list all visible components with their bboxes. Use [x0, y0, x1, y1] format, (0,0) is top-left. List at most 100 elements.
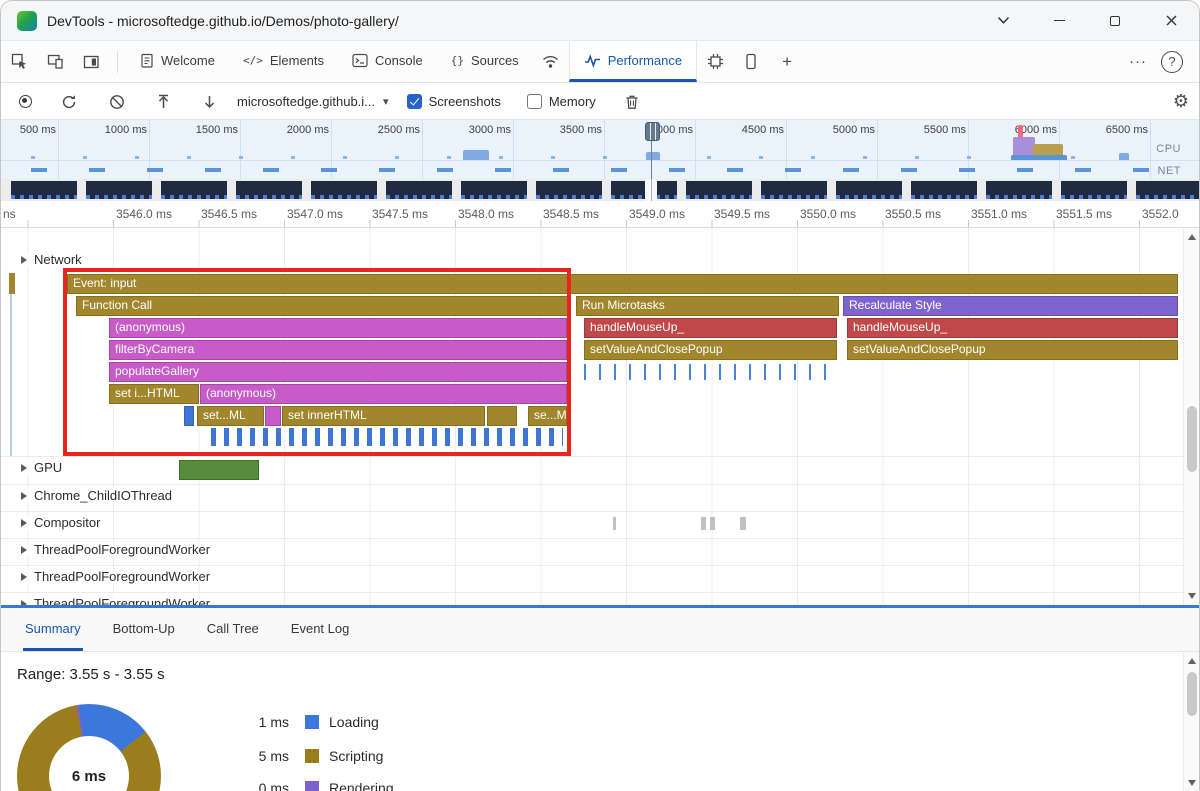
filmstrip-thumbnail[interactable] — [386, 181, 452, 199]
overview-time-label: 1500 ms — [195, 124, 238, 136]
flame-bar-mini[interactable] — [184, 406, 194, 426]
track-compositor[interactable]: Compositor — [21, 515, 107, 530]
ruler-ticks — [1, 220, 1199, 227]
scrollbar-thumb[interactable] — [1187, 672, 1197, 716]
filmstrip-thumbnail[interactable] — [911, 181, 977, 199]
device-emulation-icon[interactable] — [37, 41, 73, 82]
track-label-text: Network — [34, 252, 82, 267]
flame-bar-se-ml[interactable]: se...ML — [528, 406, 567, 426]
reload-and-record-button[interactable] — [57, 90, 81, 114]
track-chrome-childiothread[interactable]: Chrome_ChildIOThread — [21, 488, 179, 503]
filmstrip-thumbnail[interactable] — [1061, 181, 1127, 199]
close-button[interactable] — [1143, 1, 1199, 40]
filmstrip-thumbnail[interactable] — [686, 181, 752, 199]
flame-bar-handlemouseup[interactable]: handleMouseUp_ — [584, 318, 837, 338]
tab-performance[interactable]: Performance — [568, 41, 698, 82]
network-wifi-icon[interactable] — [533, 41, 569, 82]
scroll-up-arrow[interactable] — [1188, 234, 1196, 240]
gpu-activity-bar[interactable] — [179, 460, 259, 480]
memory-checkbox[interactable]: Memory — [526, 94, 596, 109]
more-tools-button[interactable]: ··· — [1119, 53, 1157, 70]
filmstrip-thumbnail[interactable] — [761, 181, 827, 199]
console-icon — [352, 53, 368, 68]
filmstrip-thumbnail[interactable] — [311, 181, 377, 199]
minimize-icon — [1053, 19, 1065, 22]
filmstrip-thumbnail[interactable] — [1136, 181, 1199, 199]
flame-bar-set-innerhtml[interactable]: set innerHTML — [282, 406, 485, 426]
flame-bar-setvalueandclosepopup[interactable]: setValueAndClosePopup — [847, 340, 1178, 360]
flame-bar-mini[interactable] — [487, 406, 517, 426]
focus-page-icon[interactable] — [73, 41, 109, 82]
flame-bar-function-call[interactable]: Function Call — [76, 296, 569, 316]
timeline-overview[interactable]: 500 ms 1000 ms 1500 ms 2000 ms 2500 ms 3… — [1, 120, 1199, 179]
flame-bar-set-ml[interactable]: set...ML — [197, 406, 264, 426]
cpu-chip-icon[interactable] — [697, 41, 733, 82]
tab-event-log[interactable]: Event Log — [289, 608, 352, 651]
tab-call-tree[interactable]: Call Tree — [205, 608, 261, 651]
track-threadpool-1[interactable]: ThreadPoolForegroundWorker — [21, 542, 217, 557]
flame-bar-run-microtasks[interactable]: Run Microtasks — [576, 296, 839, 316]
flame-bar-set-innerhtml-short[interactable]: set i...HTML — [109, 384, 199, 404]
dock-chevron-button[interactable] — [975, 1, 1031, 40]
tab-bottom-up[interactable]: Bottom-Up — [111, 608, 177, 651]
filmstrip-thumbnail[interactable] — [11, 181, 77, 199]
flame-bar-populategallery[interactable]: populateGallery — [109, 362, 567, 382]
summary-scrollbar[interactable] — [1183, 652, 1199, 791]
track-network[interactable]: Network — [21, 252, 88, 267]
flame-bar-recalculate-style[interactable]: Recalculate Style — [843, 296, 1178, 316]
clear-recording-button[interactable] — [105, 90, 129, 114]
load-profile-button[interactable] — [151, 90, 175, 114]
trash-button[interactable] — [620, 90, 644, 114]
scroll-up-arrow[interactable] — [1188, 658, 1196, 664]
filmstrip-thumbnail[interactable] — [236, 181, 302, 199]
filmstrip-thumbnail[interactable] — [836, 181, 902, 199]
ruler-label: 3548.0 ms — [458, 207, 515, 221]
scroll-down-arrow[interactable] — [1188, 593, 1196, 599]
screenshots-checkbox[interactable]: Screenshots — [406, 94, 501, 109]
flame-bar-filterbycamera[interactable]: filterByCamera — [109, 340, 567, 360]
flame-bar-handlemouseup[interactable]: handleMouseUp_ — [847, 318, 1178, 338]
timeline-scrubber-handle[interactable] — [645, 122, 660, 141]
flame-scrollbar[interactable] — [1183, 228, 1199, 605]
maximize-button[interactable] — [1087, 1, 1143, 40]
scroll-down-arrow[interactable] — [1188, 780, 1196, 786]
detail-time-ruler[interactable]: ns 3546.0 ms 3546.5 ms 3547.0 ms 3547.5 … — [1, 201, 1199, 228]
tab-welcome[interactable]: Welcome — [126, 41, 229, 82]
save-profile-button[interactable] — [197, 90, 221, 114]
close-icon — [1166, 15, 1177, 26]
tab-elements[interactable]: </> Elements — [229, 41, 338, 82]
track-separator — [1, 592, 1199, 593]
filmstrip-thumbnail[interactable] — [611, 181, 677, 199]
track-threadpool-3[interactable]: ThreadPoolForegroundWorker — [21, 596, 217, 605]
flame-bar-setvalueandclosepopup[interactable]: setValueAndClosePopup — [584, 340, 837, 360]
filmstrip-thumbnail[interactable] — [986, 181, 1052, 199]
filmstrip-thumbnail[interactable] — [461, 181, 527, 199]
help-button[interactable]: ? — [1161, 50, 1183, 73]
filmstrip-thumbnail[interactable] — [161, 181, 227, 199]
tab-sources[interactable]: {} Sources — [437, 41, 533, 82]
inspect-element-icon[interactable] — [1, 41, 37, 82]
filmstrip-thumbnail[interactable] — [536, 181, 602, 199]
record-button[interactable] — [13, 90, 37, 114]
flame-bar-event-input[interactable]: Event: input — [67, 274, 1178, 294]
screenshots-label: Screenshots — [428, 94, 501, 109]
minimize-button[interactable] — [1031, 1, 1087, 40]
device-frame-icon[interactable] — [733, 41, 769, 82]
ruler-label: 3546.0 ms — [116, 207, 173, 221]
cpu-activity-base — [1011, 155, 1067, 160]
track-threadpool-2[interactable]: ThreadPoolForegroundWorker — [21, 569, 217, 584]
flame-bar-anonymous[interactable]: (anonymous) — [109, 318, 567, 338]
tab-summary[interactable]: Summary — [23, 608, 83, 651]
track-label-text: ThreadPoolForegroundWorker — [34, 569, 211, 584]
page-selector-caret-icon[interactable]: ▾ — [383, 95, 389, 108]
tab-console[interactable]: Console — [338, 41, 437, 82]
track-gpu[interactable]: GPU — [21, 460, 69, 475]
filmstrip-thumbnail[interactable] — [86, 181, 152, 199]
capture-settings-gear-icon[interactable]: ⚙ — [1173, 91, 1189, 112]
flame-bar-anonymous[interactable]: (anonymous) — [200, 384, 567, 404]
add-tab-button[interactable]: + — [769, 41, 805, 82]
scrollbar-thumb[interactable] — [1187, 406, 1197, 472]
page-selector-dropdown[interactable]: microsoftedge.github.i... — [237, 94, 375, 109]
checkbox-unchecked-icon — [526, 94, 542, 109]
flame-bar-mini[interactable] — [265, 406, 281, 426]
